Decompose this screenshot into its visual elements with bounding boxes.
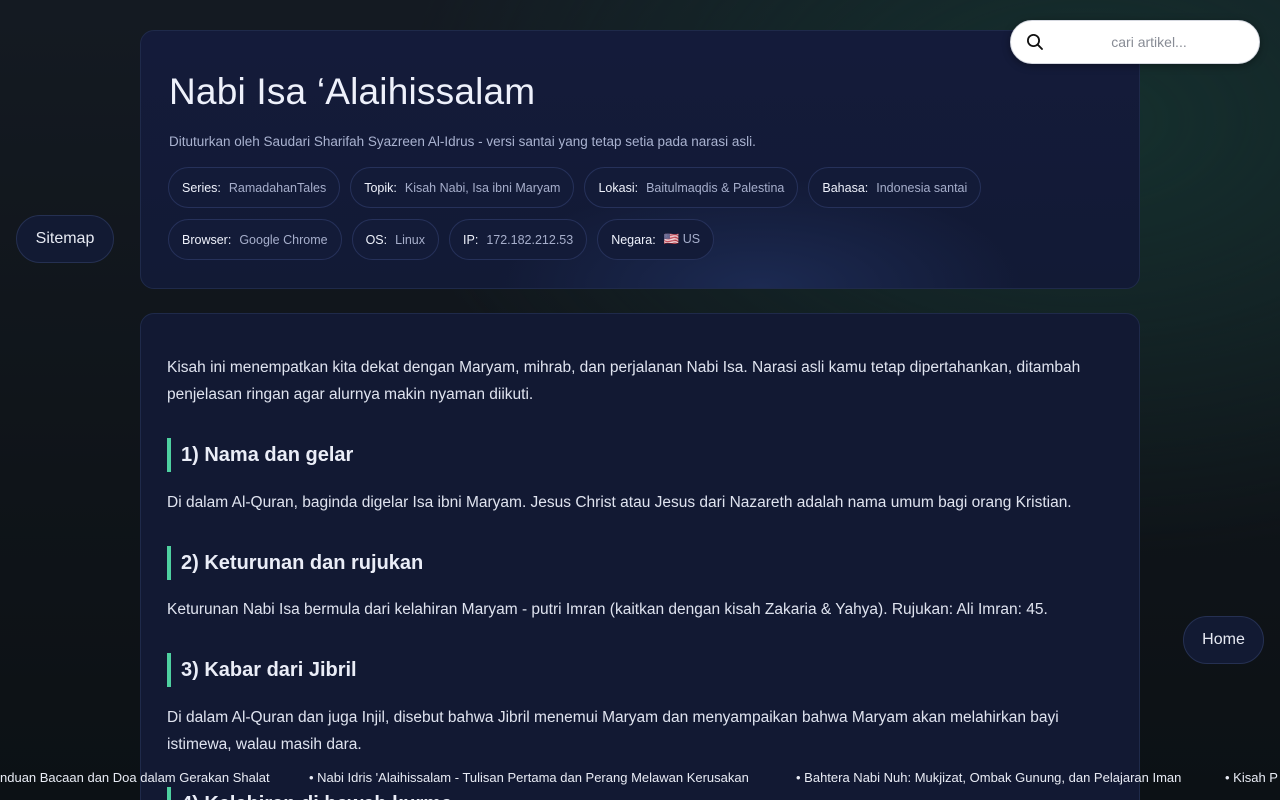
section-body: Keturunan Nabi Isa bermula dari kelahira… [167, 601, 1048, 618]
meta-chip-value: Indonesia santai [876, 180, 968, 195]
article-ticker: nduan Bacaan dan Doa dalam Gerakan Shala… [0, 766, 1280, 790]
article-intro: Kisah ini menempatkan kita dekat dengan … [167, 359, 1081, 403]
search-input[interactable] [1059, 34, 1239, 50]
ticker-item[interactable]: • Nabi Idris 'Alaihissalam - Tulisan Per… [309, 770, 749, 785]
meta-chip-value: Baitulmaqdis & Palestina [646, 180, 785, 195]
home-button[interactable]: Home [1183, 616, 1264, 664]
section-body: Di dalam Al-Quran dan juga Injil, disebu… [167, 709, 1059, 753]
meta-chip-value: Google Chrome [239, 232, 328, 247]
meta-chip-value: Kisah Nabi, Isa ibni Maryam [404, 180, 561, 195]
meta-chip-ip: IP: 172.182.212.53 [449, 219, 588, 260]
meta-chip-key: Negara: [611, 232, 656, 247]
article-body-card: Kisah ini menempatkan kita dekat dengan … [140, 313, 1140, 800]
meta-chips-row-1: Series: RamadahanTales Topik: Kisah Nabi… [168, 167, 982, 208]
sitemap-button[interactable]: Sitemap [16, 215, 114, 263]
meta-chip-series: Series: RamadahanTales [168, 167, 341, 208]
meta-chip-value: RamadahanTales [228, 180, 327, 195]
meta-chip-topik: Topik: Kisah Nabi, Isa ibni Maryam [350, 167, 575, 208]
meta-chip-bahasa: Bahasa: Indonesia santai [808, 167, 982, 208]
meta-chip-negara: Negara: 🇺🇸 US [597, 219, 715, 260]
meta-chip-browser: Browser: Google Chrome [168, 219, 342, 260]
article-header-card: Nabi Isa ‘Alaihissalam Dituturkan oleh S… [140, 30, 1140, 289]
search-icon[interactable] [1011, 33, 1059, 51]
meta-chip-value: 172.182.212.53 [486, 232, 574, 247]
ticker-item[interactable]: nduan Bacaan dan Doa dalam Gerakan Shala… [0, 770, 270, 785]
ticker-item[interactable]: • Bahtera Nabi Nuh: Mukjizat, Ombak Gunu… [796, 770, 1181, 785]
meta-chip-key: Lokasi: [598, 180, 639, 195]
meta-chip-key: Topik: [364, 180, 397, 195]
section-body: Di dalam Al-Quran, baginda digelar Isa i… [167, 494, 1072, 511]
meta-chip-key: Bahasa: [822, 180, 869, 195]
meta-chip-key: OS: [365, 232, 388, 247]
meta-chips-row-2: Browser: Google Chrome OS: Linux IP: 172… [168, 219, 715, 260]
section-heading: 2) Keturunan dan rujukan [167, 546, 423, 580]
page-subtitle: Dituturkan oleh Saudari Sharifah Syazree… [169, 134, 756, 149]
meta-chip-key: Series: [182, 180, 221, 195]
meta-chip-value: Linux [395, 232, 426, 247]
section-heading: 3) Kabar dari Jibril [167, 653, 357, 687]
meta-chip-key: Browser: [182, 232, 232, 247]
search-bar[interactable] [1010, 20, 1260, 64]
page-title: Nabi Isa ‘Alaihissalam [169, 71, 536, 112]
meta-chip-os: OS: Linux [351, 219, 440, 260]
meta-chip-key: IP: [463, 232, 479, 247]
meta-chip-lokasi: Lokasi: Baitulmaqdis & Palestina [584, 167, 799, 208]
section-heading: 1) Nama dan gelar [167, 438, 353, 472]
meta-chip-value: 🇺🇸 US [663, 232, 701, 246]
ticker-item[interactable]: • Kisah P [1225, 770, 1278, 785]
